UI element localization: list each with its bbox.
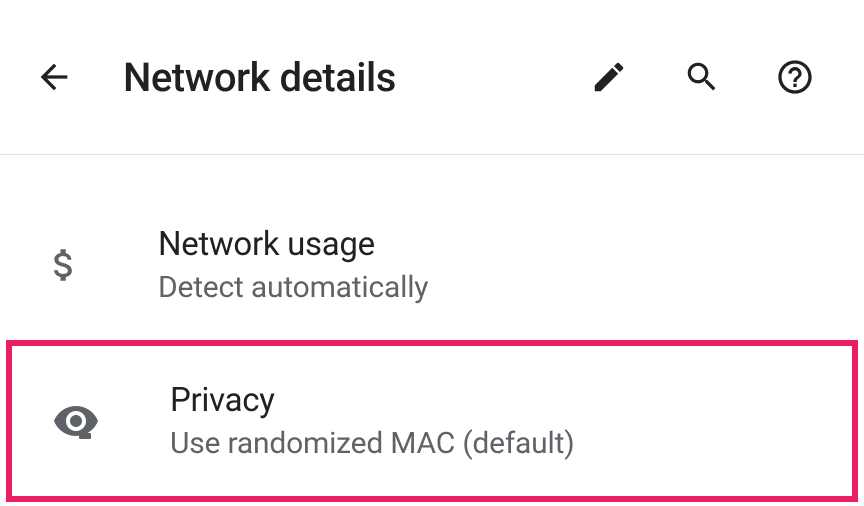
- edit-button[interactable]: [585, 53, 633, 101]
- dollar-icon: [40, 241, 88, 289]
- network-usage-item[interactable]: Network usage Detect automatically: [0, 190, 864, 340]
- network-usage-subtitle: Detect automatically: [158, 270, 834, 305]
- page-title: Network details: [123, 54, 585, 101]
- arrow-back-icon: [34, 57, 74, 97]
- network-usage-title: Network usage: [158, 225, 834, 264]
- search-icon: [683, 58, 721, 96]
- search-button[interactable]: [678, 53, 726, 101]
- header-actions: [585, 53, 819, 101]
- network-usage-text: Network usage Detect automatically: [158, 225, 834, 305]
- back-button[interactable]: [30, 53, 78, 101]
- help-button[interactable]: [771, 53, 819, 101]
- pencil-icon: [590, 58, 628, 96]
- privacy-subtitle: Use randomized MAC (default): [170, 426, 822, 461]
- help-icon: [775, 57, 815, 97]
- privacy-title: Privacy: [170, 381, 822, 420]
- privacy-item[interactable]: Privacy Use randomized MAC (default): [6, 340, 858, 502]
- header: Network details: [0, 0, 864, 155]
- privacy-text: Privacy Use randomized MAC (default): [170, 381, 822, 461]
- settings-list: Network usage Detect automatically Priva…: [0, 155, 864, 502]
- privacy-eye-icon: [52, 397, 100, 445]
